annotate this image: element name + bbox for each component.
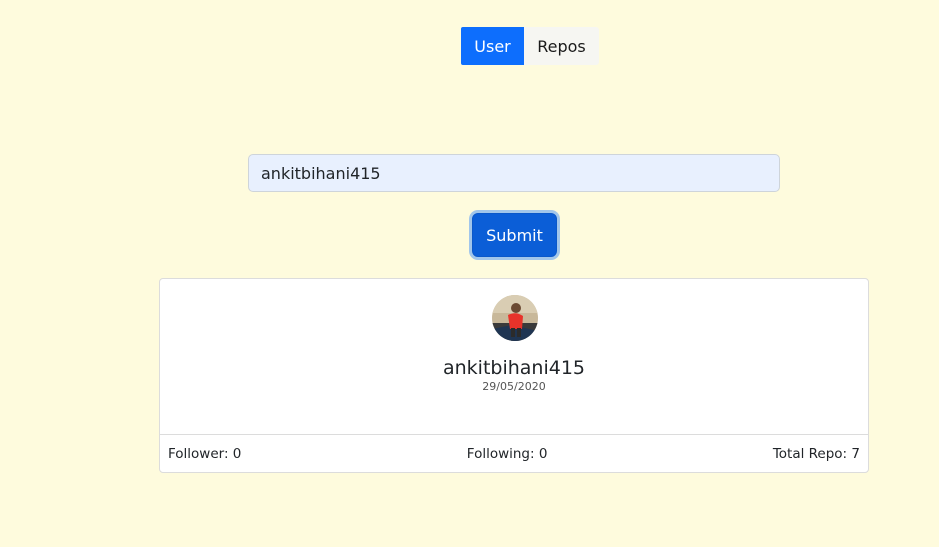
submit-button[interactable]: Submit bbox=[472, 213, 557, 257]
tab-user[interactable]: User bbox=[461, 27, 524, 65]
profile-username: ankitbihani415 bbox=[442, 357, 586, 379]
followers-count: Follower: 0 bbox=[168, 445, 242, 462]
profile-card-body: ankitbihani415 29/05/2020 bbox=[160, 279, 868, 435]
following-count: Following: 0 bbox=[466, 445, 548, 462]
total-repos-count: Total Repo: 7 bbox=[772, 445, 860, 462]
avatar bbox=[492, 295, 538, 341]
user-avatar-icon bbox=[492, 295, 538, 341]
tab-group: User Repos bbox=[461, 27, 599, 65]
username-search-input[interactable] bbox=[248, 154, 780, 192]
tab-repos[interactable]: Repos bbox=[524, 27, 599, 65]
profile-join-date: 29/05/2020 bbox=[482, 380, 546, 393]
profile-stats: Follower: 0 Following: 0 Total Repo: 7 bbox=[160, 435, 868, 472]
profile-card: ankitbihani415 29/05/2020 Follower: 0 Fo… bbox=[159, 278, 869, 473]
